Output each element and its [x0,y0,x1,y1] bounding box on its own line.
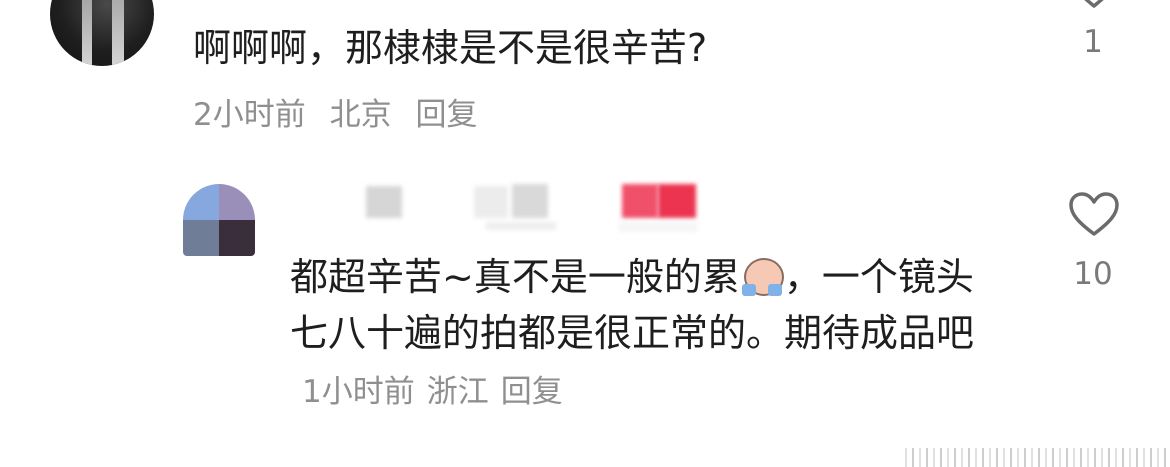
replier-avatar[interactable] [183,184,255,256]
reply-meta: 1小时前 浙江 回复 [290,374,563,410]
reply-text: 都超辛苦~真不是一般的累 ，一个镜头七八十遍的拍都是很正常的。期待成品吧1小时前浙… [290,249,980,420]
reply-text-part: 都超辛苦~真不是一般的累 [290,255,740,299]
reply-button[interactable]: 回复 [415,97,477,133]
crying-face-emoji-icon [740,256,784,296]
avatar-tower-shape [112,0,124,66]
commenter-avatar[interactable] [50,0,154,66]
avatar-tower-shape [82,0,92,66]
like-count: 10 [1073,256,1113,292]
heart-icon[interactable] [1068,192,1120,238]
comment-time: 2小时前 [193,97,306,133]
heart-icon[interactable] [1068,0,1120,10]
watermark-strip [905,448,1170,467]
reply-button[interactable]: 回复 [501,374,563,410]
comment-location: 北京 [329,97,392,133]
comment-text: 啊啊啊，那棣棣是不是很辛苦? [193,26,708,70]
reply-location: 浙江 [426,374,489,410]
like-count: 1 [1083,24,1103,60]
reply-time: 1小时前 [302,374,415,410]
comment-meta: 2小时前 北京 回复 [193,96,491,134]
